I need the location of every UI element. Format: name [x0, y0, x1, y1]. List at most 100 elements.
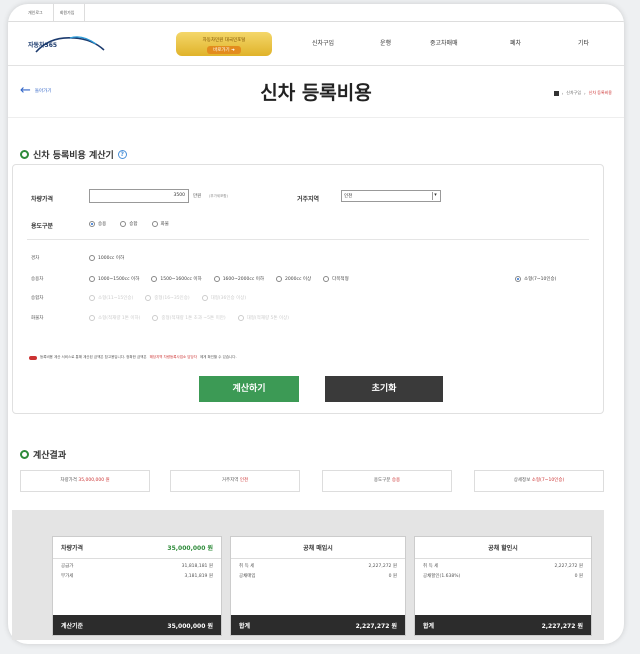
type-label-van: 승합차	[31, 296, 44, 301]
card-header: 공채 할인시	[415, 537, 591, 559]
region-label: 거주지역	[297, 196, 320, 203]
result-price: 차량가격 35,000,000 원	[20, 470, 150, 492]
price-unit: 만원	[193, 194, 202, 199]
price-note: (부가세포함)	[209, 194, 228, 198]
notice-icon	[29, 355, 37, 360]
radio-icon	[89, 221, 95, 227]
reset-button[interactable]: 초기화	[325, 376, 443, 402]
region-select[interactable]: 인천 ▾	[341, 190, 441, 202]
calculator-heading-text: 신차 등록비용 계산기	[33, 151, 114, 161]
card-header: 차량가격 35,000,000 원	[53, 537, 221, 559]
menu-new-car[interactable]: 신차구입	[312, 38, 334, 47]
notice-link[interactable]: 해당지역 차량등록사업소 담당자	[150, 355, 197, 360]
car-option[interactable]: 2000cc 이상	[276, 276, 311, 282]
result-heading-text: 계산결과	[33, 451, 67, 461]
radio-icon	[151, 276, 158, 282]
section-bullet-icon	[20, 150, 29, 159]
menu-used-car[interactable]: 중고차매매	[430, 38, 458, 47]
portal-banner[interactable]: 자동차민원 대국민포털 바로가기 ➜	[176, 32, 272, 56]
truck-option[interactable]: 대형(적재량 5톤 이상)	[237, 315, 289, 321]
radio-icon	[89, 295, 95, 301]
card-footer: 합계 2,227,272 원	[231, 615, 405, 635]
breadcrumb: › 신차구입 › 신차 등록비용	[553, 90, 612, 96]
global-nav: 자동차365 자동차민원 대국민포털 바로가기 ➜ 신차구입 운행 중고차매매 …	[8, 22, 624, 66]
car-radio-group: 1000~1500cc 이하 1500~1600cc 이하 1600~2000c…	[89, 276, 349, 282]
usage-option-truck[interactable]: 화물	[151, 221, 169, 227]
bond-buy-card: 공채 매입시 취 득 세 2,227,272 원 공채매입 0 원 합계 2,227,…	[230, 536, 406, 636]
notice-message: 등록비용 계산 서비스로 통해 계산된 금액은 참고용입니다. 정확한 금액은 …	[29, 355, 237, 360]
notice-text-end: 에게 확인할 수 있습니다.	[199, 355, 237, 359]
type-label-light: 경차	[31, 256, 40, 261]
card-footer: 계산기준 35,000,000 원	[53, 615, 221, 635]
logo-text[interactable]: 자동차365	[28, 40, 57, 49]
chevron-down-icon: ▾	[432, 192, 438, 200]
van-option[interactable]: 대형(36인승 이상)	[201, 295, 246, 301]
radio-icon	[152, 315, 159, 321]
usage-label: 용도구분	[31, 223, 54, 230]
car-option[interactable]: 1000~1500cc 이하	[89, 276, 139, 282]
result-heading: 계산결과	[20, 448, 66, 461]
menu-scrap[interactable]: 폐차	[510, 38, 521, 47]
card-row: 공급가 31,818,181 원	[61, 564, 213, 569]
card-row: 공채매입 0 원	[239, 574, 397, 579]
truck-option[interactable]: 중형(적재량 1톤 초과 ~5톤 미만)	[152, 315, 226, 321]
section-bullet-icon	[20, 450, 29, 459]
card-footer: 합계 2,227,272 원	[415, 615, 591, 635]
van-radio-group: 소형(11~15인승) 중형(16~35인승) 대형(36인승 이상)	[89, 295, 246, 301]
type-label-truck: 화물차	[31, 316, 44, 321]
breadcrumb-item[interactable]: 신차구입	[566, 90, 581, 96]
breadcrumb-current: 신차 등록비용	[588, 90, 612, 95]
radio-icon	[213, 276, 220, 282]
radio-icon	[276, 276, 283, 282]
banner-title: 자동차민원 대국민포털	[202, 38, 246, 43]
calculator-heading: 신차 등록비용 계산기 ?	[20, 148, 127, 161]
banner-go-button[interactable]: 바로가기 ➜	[207, 46, 241, 54]
home-icon[interactable]	[553, 90, 559, 96]
usage-option-passenger[interactable]: 승용	[89, 221, 106, 227]
divider	[27, 239, 589, 240]
result-detail: 상세정보 소형(7~10인승)	[474, 470, 604, 492]
radio-icon	[323, 276, 330, 282]
car-option[interactable]: 1600~2000cc 이하	[213, 276, 264, 282]
car-option-selected[interactable]: 소형(7~10인승)	[515, 276, 556, 282]
menu-driving[interactable]: 운행	[380, 38, 391, 47]
radio-icon	[201, 295, 208, 301]
price-summary-value: 35,000,000 원	[167, 545, 213, 552]
type-label-car: 승용차	[31, 277, 44, 282]
bond-discount-card: 공채 할인시 취 득 세 2,227,272 원 공채할인(1.638%) 0 원 …	[414, 536, 592, 636]
signup-link[interactable]: 회원가입	[54, 4, 86, 21]
result-usage: 용도구분 승용	[322, 470, 452, 492]
radio-icon	[89, 276, 95, 282]
menu-etc[interactable]: 기타	[578, 38, 589, 47]
usage-radio-group: 승용 승합 화물	[89, 221, 169, 227]
truck-radio-group: 소형(적재량 1톤 이하) 중형(적재량 1톤 초과 ~5톤 미만) 대형(적재…	[89, 315, 289, 321]
card-row: 부가세 3,181,819 원	[61, 574, 213, 579]
car-option-small-van: 소형(7~10인승)	[515, 276, 556, 282]
calculate-button[interactable]: 계산하기	[199, 376, 299, 402]
truck-option[interactable]: 소형(적재량 1톤 이하)	[89, 315, 140, 321]
login-link[interactable]: 개인로그	[22, 4, 54, 21]
help-icon[interactable]: ?	[117, 150, 127, 159]
car-option[interactable]: 다목적형	[323, 276, 349, 282]
light-option[interactable]: 1000cc 이하	[89, 255, 124, 261]
van-option[interactable]: 중형(16~35인승)	[145, 295, 190, 301]
calculator-panel: 차량가격 3500 만원 (부가세포함) 거주지역 인천 ▾ 용도구분 승용 승…	[12, 164, 604, 414]
price-input[interactable]: 3500	[89, 189, 189, 203]
radio-icon	[89, 315, 95, 321]
usage-option-van[interactable]: 승합	[120, 221, 138, 227]
radio-icon	[145, 295, 152, 301]
notice-text: 등록비용 계산 서비스로 통해 계산된 금액은 참고용입니다. 정확한 금액은	[40, 355, 147, 359]
radio-icon	[120, 221, 127, 227]
card-row: 취 득 세 2,227,272 원	[423, 564, 583, 569]
radio-icon	[89, 255, 95, 261]
car-option[interactable]: 1500~1600cc 이하	[151, 276, 202, 282]
price-label: 차량가격	[31, 196, 54, 203]
card-header: 공채 매입시	[231, 537, 405, 559]
price-summary-card: 차량가격 35,000,000 원 공급가 31,818,181 원 부가세 3,1…	[52, 536, 222, 636]
title-bar: ← 돌아가기 신차 등록비용 › 신차구입 › 신차 등록비용	[8, 66, 624, 118]
page-title: 신차 등록비용	[260, 82, 372, 104]
van-option[interactable]: 소형(11~15인승)	[89, 295, 133, 301]
radio-icon	[237, 315, 244, 321]
light-radio-group: 1000cc 이하	[89, 255, 124, 261]
radio-icon	[515, 276, 521, 282]
